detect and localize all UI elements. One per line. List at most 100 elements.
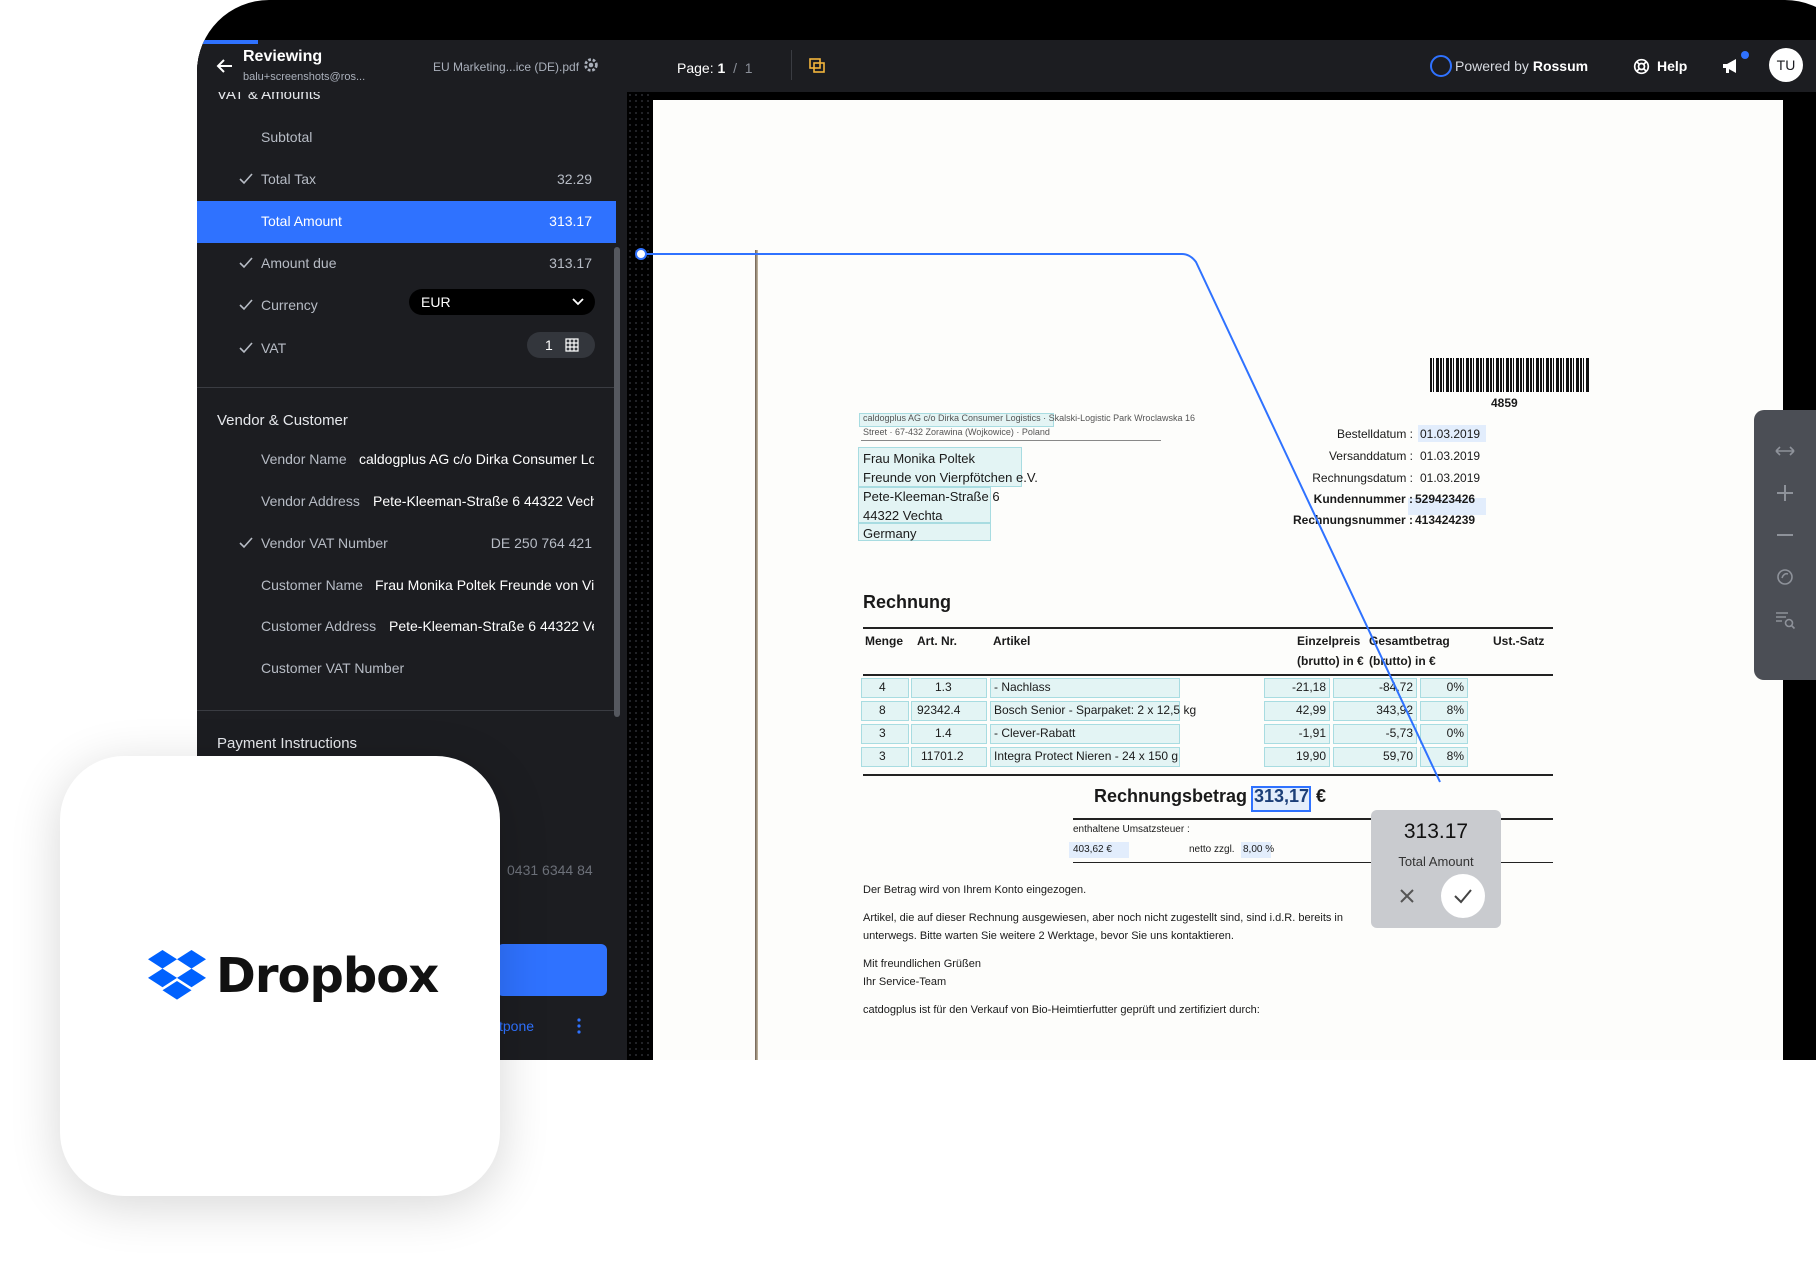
section-title-payment: Payment Instructions — [217, 735, 358, 752]
field-label: Customer Address — [261, 618, 377, 634]
more-vertical-icon[interactable] — [575, 1016, 583, 1036]
address-line: Germany — [863, 526, 917, 541]
help-button[interactable]: Help — [1657, 58, 1687, 74]
line-tax: 0% — [1446, 680, 1464, 694]
field-row-subtotal[interactable]: Subtotal — [197, 117, 616, 159]
field-row-vendor-address[interactable]: Vendor Address Pete-Kleeman-Straße 6 443… — [197, 481, 616, 523]
field-row-vat: VAT 1 — [197, 328, 616, 370]
fit-width-icon[interactable] — [1774, 440, 1796, 462]
field-value: DE 250 764 421 — [490, 535, 592, 551]
column-header: Artikel — [993, 634, 1031, 648]
field-row-total-amount[interactable]: Total Amount 313.17 — [197, 201, 616, 243]
sidebar-scrollbar[interactable] — [614, 247, 620, 717]
line-art: 11701.2 — [921, 749, 964, 763]
currency-value: EUR — [421, 294, 451, 310]
confirm-value-button[interactable] — [1441, 874, 1485, 918]
document-viewer: 4859 caldogplus AG c/o Dirka Consumer Lo… — [627, 92, 1816, 1060]
meta-value: 01.03.2019 — [1420, 427, 1481, 441]
document-filename[interactable]: EU Marketing...ice (DE).pdf — [433, 60, 579, 74]
column-header: (brutto) in € — [1369, 654, 1436, 668]
check-icon — [239, 257, 253, 269]
section-title-vat: VAT & Amounts — [217, 92, 321, 103]
line-qty: 4 — [879, 680, 886, 694]
line-unit: 19,90 — [1295, 749, 1326, 763]
field-row-vendor-vat[interactable]: Vendor VAT Number DE 250 764 421 — [197, 523, 616, 565]
check-icon — [239, 342, 253, 354]
field-label: Currency — [261, 297, 318, 313]
line-item: Integra Protect Nieren - 24 x 150 g — [994, 749, 1179, 763]
field-label: Vendor Address — [261, 493, 360, 509]
line-qty: 8 — [879, 703, 886, 717]
field-label: VAT — [261, 340, 287, 356]
gear-icon[interactable] — [582, 56, 600, 74]
check-icon — [239, 537, 253, 549]
zoom-toolbar — [1754, 410, 1816, 680]
field-label: Customer Name — [261, 577, 363, 593]
sender-line-1: caldogplus AG c/o Dirka Consumer Logisti… — [863, 413, 1195, 423]
field-row-total-tax[interactable]: Total Tax 32.29 — [197, 159, 616, 201]
help-icon[interactable] — [1633, 58, 1650, 75]
field-row-vendor-name[interactable]: Vendor Name caldogplus AG c/o Dirka Cons… — [197, 439, 616, 481]
progress-indicator — [200, 40, 258, 44]
line-qty: 3 — [879, 749, 886, 763]
line-art: 92342.4 — [917, 703, 961, 717]
meta-value: 01.03.2019 — [1420, 471, 1481, 485]
address-line: 44322 Vechta — [863, 508, 943, 523]
field-value-partial: 0431 6344 84 — [507, 862, 593, 878]
zoom-out-icon[interactable] — [1774, 524, 1796, 546]
column-header: Gesamtbetrag — [1369, 634, 1450, 648]
page-title: Reviewing — [243, 48, 323, 65]
total-currency: € — [1316, 786, 1327, 806]
field-label: Total Amount — [261, 213, 342, 229]
column-header: Art. Nr. — [917, 634, 958, 648]
rossum-logo-icon — [1430, 55, 1452, 77]
dropbox-logo-icon — [148, 950, 206, 1000]
section-divider — [197, 387, 616, 388]
field-row-customer-address[interactable]: Customer Address Pete-Kleeman-Straße 6 4… — [197, 606, 616, 648]
line-tax: 8% — [1446, 749, 1464, 763]
postpone-button[interactable]: tpone — [499, 1018, 534, 1034]
table-rule — [863, 627, 1553, 629]
field-label: Amount due — [261, 255, 337, 271]
page-fold — [755, 250, 758, 1060]
sender-line-2: Street · 67-432 Zorawina (Wojkowice) · P… — [863, 427, 1050, 437]
check-icon — [239, 299, 253, 311]
field-label: Vendor Name — [261, 451, 347, 467]
field-label: Vendor VAT Number — [261, 535, 388, 551]
paragraph: catdogplus ist für den Verkauf von Bio-H… — [863, 1004, 1260, 1016]
field-label: Customer VAT Number — [261, 660, 405, 676]
meta-label: Rechnungsnummer : — [1292, 513, 1413, 527]
meta-value: 529423426 — [1415, 492, 1476, 506]
section-title-vendor: Vendor & Customer — [217, 412, 348, 429]
greeting: Mit freundlichen Grüßen — [863, 958, 981, 970]
stage: Reviewing balu+screenshots@ros... EU Mar… — [0, 0, 1816, 1264]
hand-tool-icon[interactable] — [1774, 566, 1796, 588]
address-line: Frau Monika Poltek — [863, 451, 975, 466]
page-current: 1 — [717, 60, 726, 76]
line-item: - Clever-Rabatt — [994, 726, 1076, 740]
currency-select[interactable]: EUR — [409, 289, 595, 315]
table-rule — [863, 674, 1553, 676]
powered-prefix: Powered by — [1455, 58, 1529, 74]
close-icon[interactable] — [1397, 886, 1417, 906]
confirm-button[interactable] — [497, 944, 607, 996]
line-unit: -21,18 — [1291, 680, 1326, 694]
field-row-customer-vat[interactable]: Customer VAT Number — [197, 648, 616, 690]
avatar[interactable]: TU — [1769, 48, 1803, 82]
field-value: 32.29 — [556, 171, 592, 187]
back-arrow-icon[interactable] — [215, 56, 235, 76]
field-row-amount-due[interactable]: Amount due 313.17 — [197, 243, 616, 285]
megaphone-icon[interactable] — [1720, 54, 1744, 78]
barcode — [1430, 358, 1590, 392]
field-row-customer-name[interactable]: Customer Name Frau Monika Poltek Freunde… — [197, 565, 616, 607]
vat-table-button[interactable]: 1 — [527, 332, 595, 358]
copy-icon[interactable] — [807, 56, 827, 76]
search-text-icon[interactable] — [1774, 608, 1796, 630]
line-item: - Nachlass — [994, 680, 1051, 694]
zoom-in-icon[interactable] — [1774, 482, 1796, 504]
tax-label: enthaltene Umsatzsteuer : — [1073, 824, 1190, 835]
meta-label: Rechnungsdatum : — [1312, 471, 1413, 485]
toolbar-divider — [791, 50, 792, 80]
total-value: 313,17 — [1254, 786, 1310, 806]
line-item: Bosch Senior - Sparpaket: 2 x 12,5 kg — [994, 703, 1197, 717]
